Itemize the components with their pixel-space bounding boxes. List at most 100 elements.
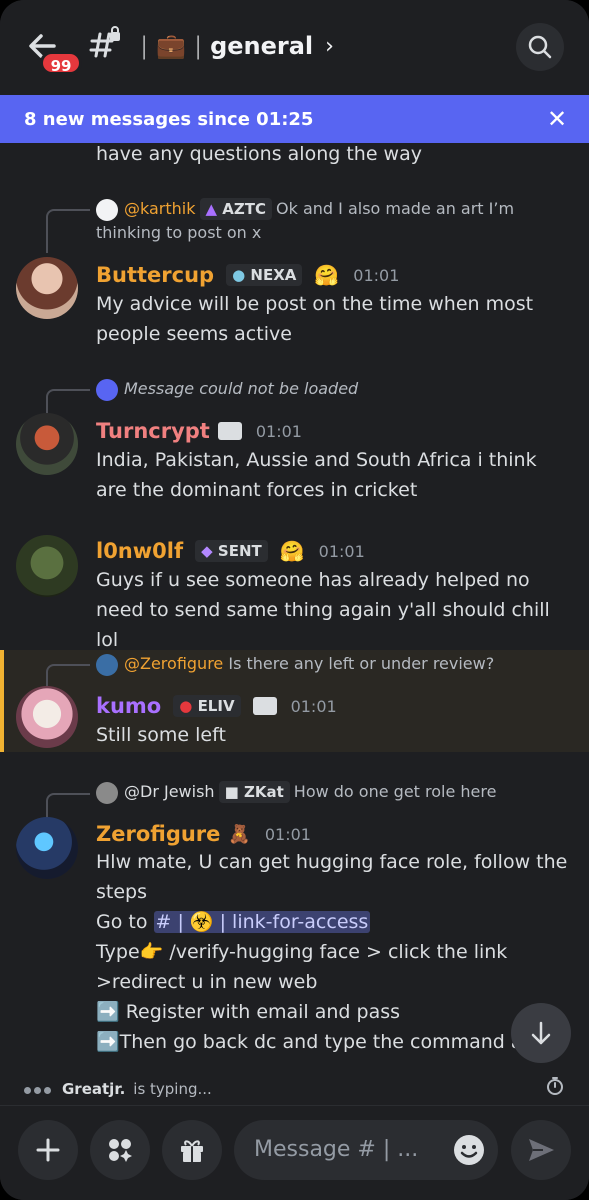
teddy-bear-emoji: 🧸 xyxy=(228,823,251,845)
reply-username: @karthik xyxy=(124,199,196,218)
message-text: Guys if u see someone has already helped… xyxy=(96,569,550,651)
smiley-icon xyxy=(454,1135,484,1165)
arrow-down-icon xyxy=(531,1021,551,1045)
message-text: India, Pakistan, Aussie and South Africa… xyxy=(96,449,537,501)
reply-preview[interactable]: @Dr Jewish ■ ZKat How do one get role here xyxy=(96,780,573,804)
role-tag-text: AZTC xyxy=(222,200,267,218)
search-icon xyxy=(528,35,552,59)
role-tag: ◆ SENT xyxy=(195,540,268,562)
message-header: Zerofigure 🧸 01:01 xyxy=(96,818,311,850)
message-header: kumo ● ELIV 01:01 xyxy=(96,690,337,722)
stopwatch-icon xyxy=(545,1076,565,1096)
avatar[interactable] xyxy=(16,686,78,748)
role-tag: ● NEXA xyxy=(226,264,303,286)
message-line: Type👉 /verify-hugging face > click the l… xyxy=(96,941,508,993)
timestamp: 01:01 xyxy=(264,824,311,844)
channel-mention-link[interactable]: # | ☣️ | link-for-access xyxy=(153,911,371,933)
briefcase-icon: 💼 xyxy=(156,32,186,60)
role-tag-text: ZKat xyxy=(243,783,284,801)
username[interactable]: Zerofigure xyxy=(96,822,220,846)
new-messages-text: 8 new messages since 01:25 xyxy=(24,108,314,130)
add-attachment-button[interactable] xyxy=(18,1120,78,1180)
message-line: Hlw mate, U can get hugging face role, f… xyxy=(96,851,568,903)
channel-name: general xyxy=(210,32,314,60)
message-line: ➡️Then go back dc and type the command a… xyxy=(96,1031,564,1053)
role-tag: ● ELIV xyxy=(173,695,241,717)
hugging-face-emoji: 🤗 xyxy=(279,539,305,563)
channel-title[interactable]: | 💼 | general › xyxy=(140,26,334,66)
avatar[interactable] xyxy=(16,413,78,475)
typing-text: is typing... xyxy=(133,1080,212,1098)
send-icon xyxy=(529,1139,554,1161)
message-item[interactable]: Message could not be loaded Turncrypt 01… xyxy=(0,375,589,505)
plus-icon xyxy=(36,1138,60,1162)
message-item[interactable]: @karthik ▲ AZTC Ok and I also made an art … xyxy=(0,193,589,353)
message-text-partial: have any questions along the way xyxy=(96,143,422,165)
message-line: ➡️ Register with email and pass xyxy=(96,1001,401,1023)
channel-hash-lock-icon xyxy=(86,26,122,62)
message-item[interactable]: l0nw0lf ◆ SENT 🤗 01:01 Guys if u see som… xyxy=(0,533,589,651)
reply-text: How do one get role here xyxy=(293,782,497,801)
role-tag: ▲ AZTC xyxy=(199,198,273,220)
channel-header: 99 | 💼 | general › xyxy=(0,0,589,88)
reply-avatar xyxy=(96,198,118,221)
message-input[interactable]: Message # | ... xyxy=(234,1120,498,1180)
reply-username: @Zerofigure xyxy=(124,654,224,673)
role-tag: ■ ZKat xyxy=(218,781,290,803)
timestamp: 01:01 xyxy=(255,421,302,441)
typing-username: Greatjr. xyxy=(62,1080,126,1098)
message-text: Hlw mate, U can get hugging face role, f… xyxy=(96,847,573,1057)
new-messages-banner[interactable]: 8 new messages since 01:25 ✕ xyxy=(0,95,589,143)
message-item-highlighted[interactable]: @Zerofigure Is there any left or under r… xyxy=(0,650,589,752)
reply-text: Is there any left or under review? xyxy=(228,654,495,673)
discord-icon xyxy=(96,378,118,401)
reply-preview[interactable]: @Zerofigure Is there any left or under r… xyxy=(96,652,573,676)
apps-icon xyxy=(109,1139,132,1162)
search-button[interactable] xyxy=(516,23,564,71)
timestamp: 01:01 xyxy=(290,696,337,716)
message-line: Go to # | ☣️ | link-for-access xyxy=(96,907,573,937)
typing-indicator: Greatjr. is typing... xyxy=(24,1076,212,1102)
username[interactable]: l0nw0lf xyxy=(96,539,183,563)
reply-username: @Dr Jewish xyxy=(124,782,215,801)
message-line-prefix: Go to xyxy=(96,911,154,933)
username[interactable]: kumo xyxy=(96,694,161,718)
gift-icon xyxy=(181,1140,203,1162)
hugging-face-emoji: 🤗 xyxy=(314,263,340,287)
bot-badge-icon xyxy=(217,422,242,440)
role-tag-text: SENT xyxy=(217,542,262,560)
avatar[interactable] xyxy=(16,257,78,319)
role-tag-text: NEXA xyxy=(250,266,297,284)
role-tag-text: ELIV xyxy=(197,697,235,715)
unread-badge: 99 xyxy=(40,51,82,75)
title-separator: | xyxy=(193,32,203,60)
message-text: My advice will be post on the time when … xyxy=(96,293,534,345)
emoji-button[interactable] xyxy=(452,1133,486,1167)
gift-button[interactable] xyxy=(162,1120,222,1180)
mention-highlight-bar xyxy=(0,650,4,752)
message-input-placeholder: Message # | ... xyxy=(254,1137,419,1162)
jump-to-bottom-button[interactable] xyxy=(511,1003,571,1063)
typing-dots-icon xyxy=(24,1080,54,1098)
message-composer: Message # | ... xyxy=(0,1105,589,1200)
message-item[interactable]: @Dr Jewish ■ ZKat How do one get role here… xyxy=(0,779,589,1083)
send-button[interactable] xyxy=(511,1120,571,1180)
close-icon[interactable]: ✕ xyxy=(545,107,569,131)
apps-button[interactable] xyxy=(90,1120,150,1180)
avatar[interactable] xyxy=(16,817,78,879)
username[interactable]: Buttercup xyxy=(96,263,214,287)
timestamp: 01:01 xyxy=(318,541,365,561)
app-screen: 99 | 💼 | general › 8 new messages since … xyxy=(0,0,589,1200)
username[interactable]: Turncrypt xyxy=(96,419,210,443)
avatar[interactable] xyxy=(16,535,78,597)
reply-preview[interactable]: @karthik ▲ AZTC Ok and I also made an art … xyxy=(96,197,573,245)
bot-badge-icon xyxy=(252,697,277,715)
reply-avatar xyxy=(96,653,118,676)
reply-connector xyxy=(46,209,90,253)
message-header: Buttercup ● NEXA 🤗 01:01 xyxy=(96,259,399,291)
reply-text: Message could not be loaded xyxy=(124,379,359,398)
reply-preview: Message could not be loaded xyxy=(96,377,573,401)
message-header: l0nw0lf ◆ SENT 🤗 01:01 xyxy=(96,535,365,567)
message-text: Still some left xyxy=(96,724,226,746)
message-list[interactable]: have any questions along the way @karthi… xyxy=(0,143,589,1083)
